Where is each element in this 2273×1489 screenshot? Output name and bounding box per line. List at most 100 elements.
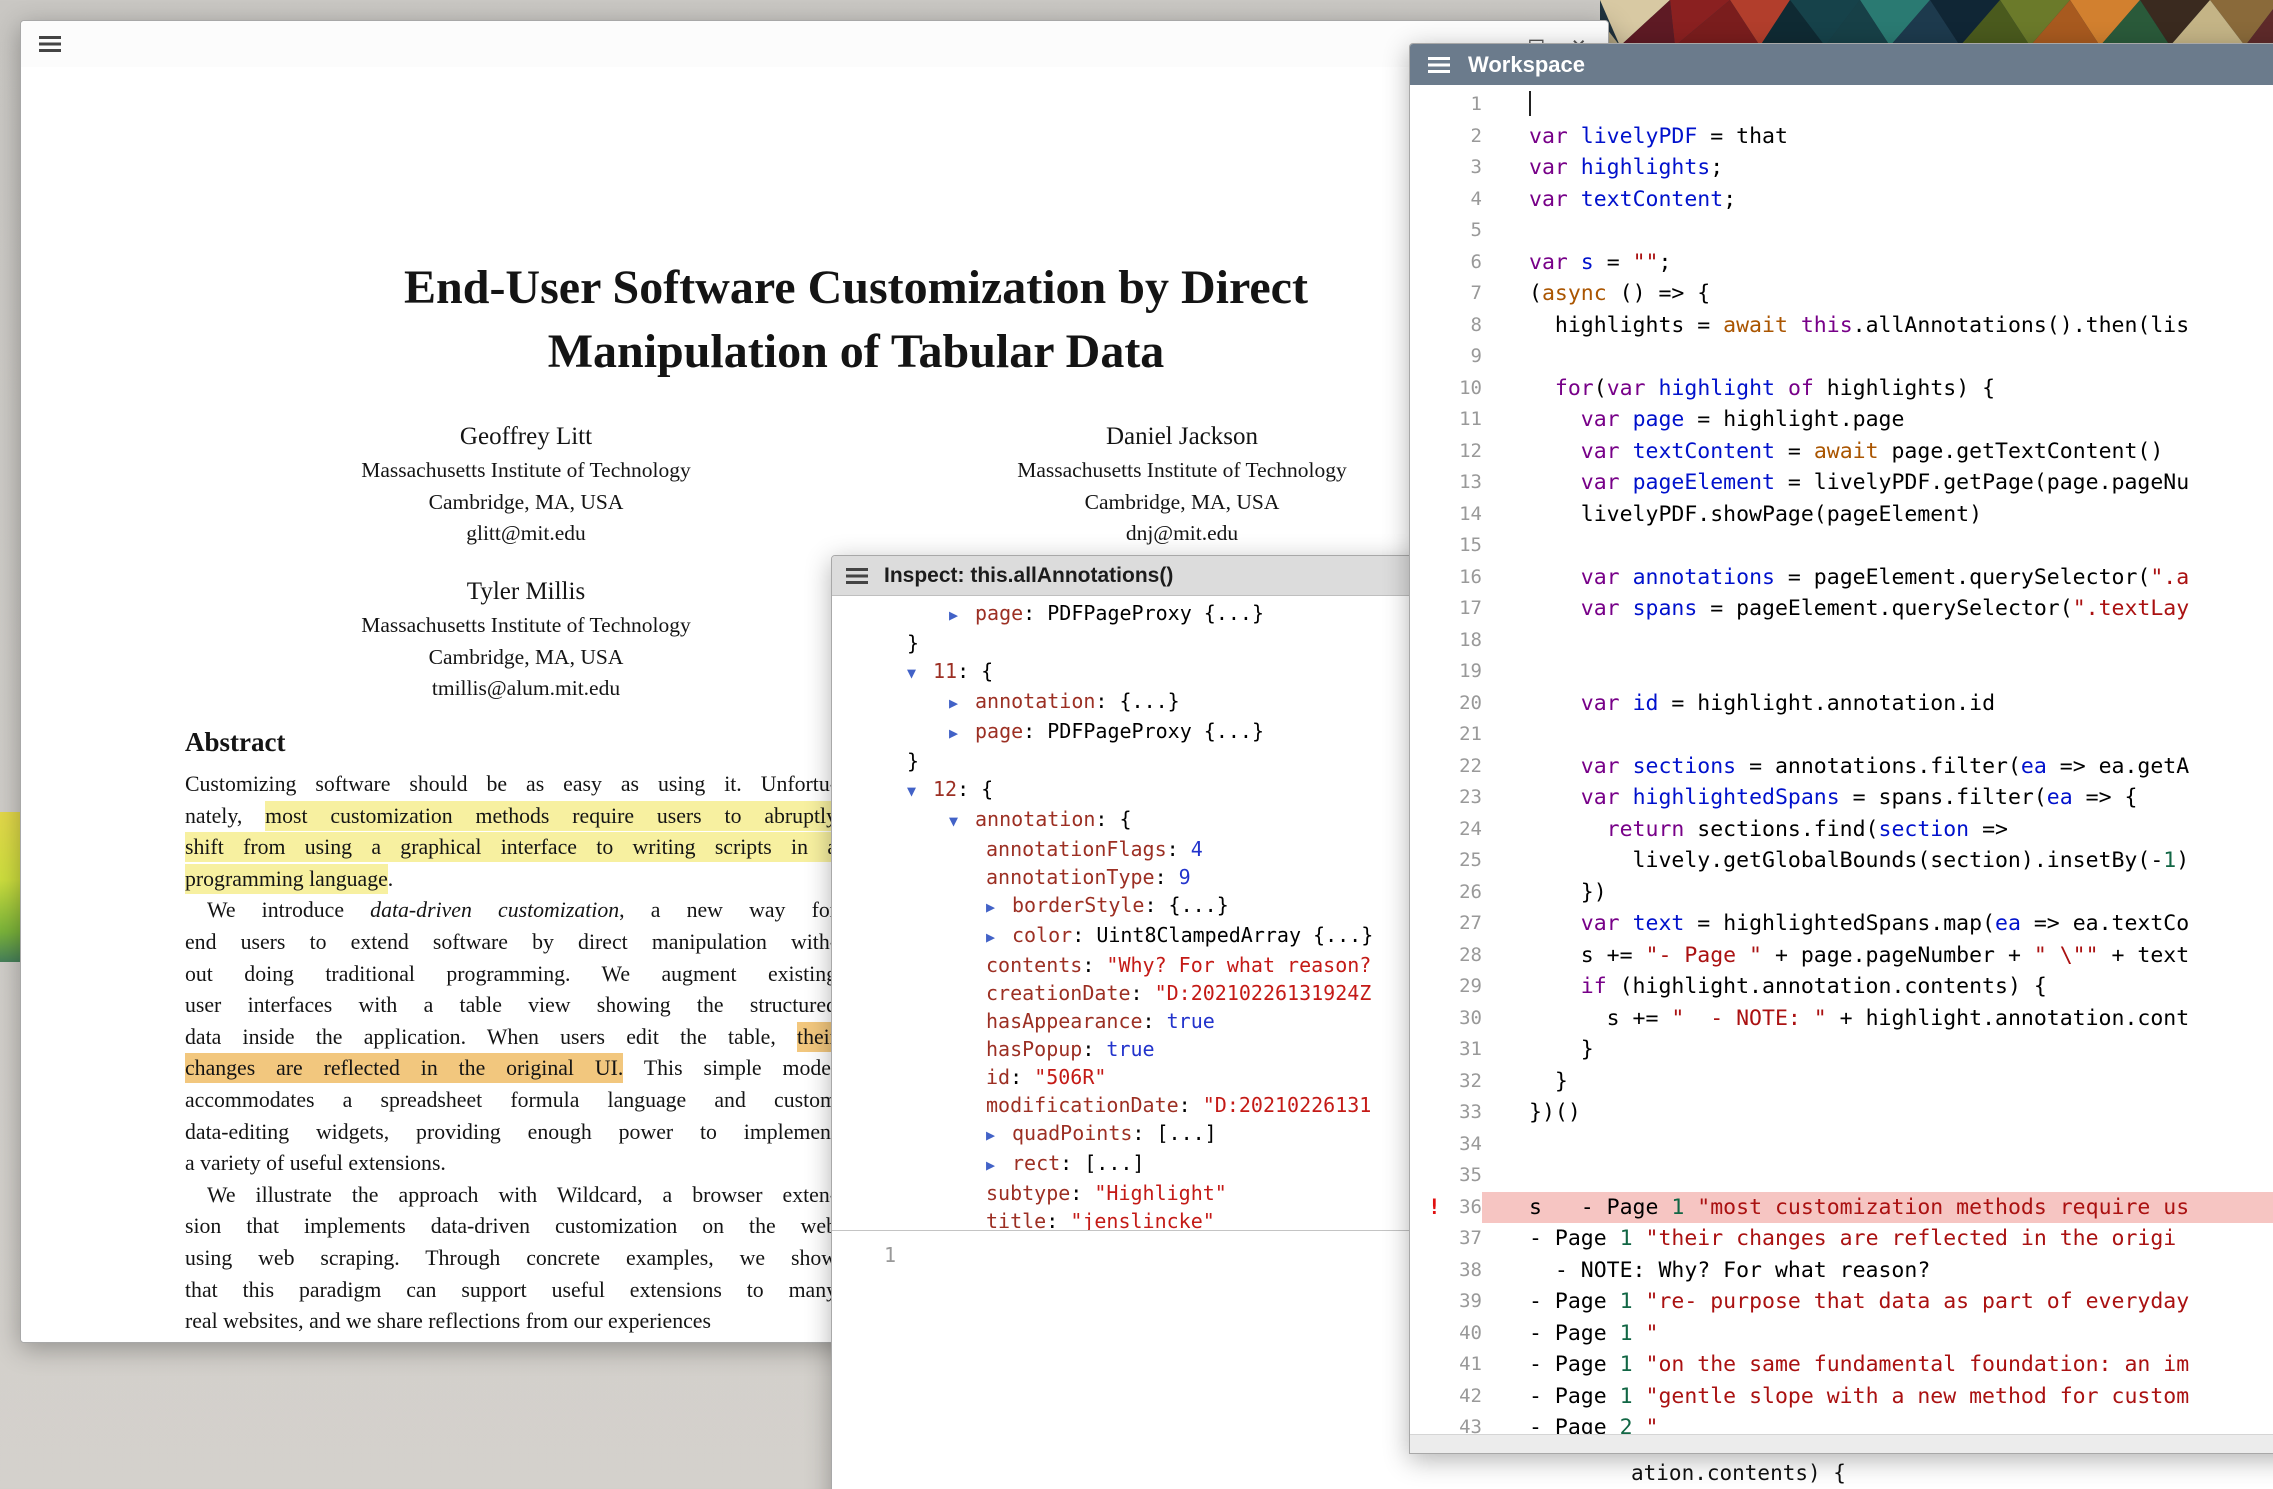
code-line[interactable]: 34 xyxy=(1410,1129,2273,1161)
text-segment: async xyxy=(1542,281,1607,306)
code-line-text: } xyxy=(1482,1034,2273,1066)
line-number: 12 xyxy=(1410,436,1482,468)
code-line[interactable]: 41- Page 1 "on the same fundamental foun… xyxy=(1410,1349,2273,1381)
text-segment: : xyxy=(1167,837,1191,861)
code-line[interactable]: 29 if (highlight.annotation.contents) { xyxy=(1410,971,2273,1003)
code-line[interactable]: 4var textContent; xyxy=(1410,184,2273,216)
code-line[interactable]: 26 }) xyxy=(1410,877,2273,909)
text-segment: rect xyxy=(1012,1151,1060,1175)
code-line[interactable]: 22 var sections = annotations.filter(ea … xyxy=(1410,751,2273,783)
text-segment: : xyxy=(1070,1181,1094,1205)
text-segment: ( xyxy=(1594,376,1607,401)
code-line[interactable]: 43- Page 2 " xyxy=(1410,1412,2273,1434)
text-segment xyxy=(1568,155,1581,180)
code-line[interactable]: 32 } xyxy=(1410,1066,2273,1098)
code-line[interactable]: 2var livelyPDF = that xyxy=(1410,121,2273,153)
collapsed-expander-icon[interactable]: ▶ xyxy=(986,1151,1012,1179)
code-line[interactable]: 13 var pageElement = livelyPDF.getPage(p… xyxy=(1410,467,2273,499)
code-line[interactable]: 18 xyxy=(1410,625,2273,657)
code-line[interactable]: 11 var page = highlight.page xyxy=(1410,404,2273,436)
code-line[interactable]: 25 lively.getGlobalBounds(section).inset… xyxy=(1410,845,2273,877)
author-affiliation: Massachusetts Institute of Technology xyxy=(306,610,746,642)
code-line[interactable]: 6var s = ""; xyxy=(1410,247,2273,279)
code-line[interactable]: 17 var spans = pageElement.querySelector… xyxy=(1410,593,2273,625)
code-line[interactable]: 39- Page 1 "re- purpose that data as par… xyxy=(1410,1286,2273,1318)
code-line-text: }) xyxy=(1482,877,2273,909)
text-segment: 1 xyxy=(1620,1289,1633,1314)
collapsed-expander-icon[interactable]: ▶ xyxy=(949,719,975,747)
code-line[interactable]: 20 var id = highlight.annotation.id xyxy=(1410,688,2273,720)
text-segment: textContent xyxy=(1581,187,1723,212)
code-line[interactable]: 38 - NOTE: Why? For what reason? xyxy=(1410,1255,2273,1287)
text-segment: if xyxy=(1581,974,1607,999)
code-line[interactable]: 8 highlights = await this.allAnnotations… xyxy=(1410,310,2273,342)
code-line[interactable]: 12 var textContent = await page.getTextC… xyxy=(1410,436,2273,468)
code-line[interactable]: 36!s - Page 1 "most customization method… xyxy=(1410,1192,2273,1224)
collapsed-expander-icon[interactable]: ▶ xyxy=(986,923,1012,951)
code-line-text: highlights = await this.allAnnotations()… xyxy=(1482,310,2273,342)
code-editor[interactable]: 12var livelyPDF = that3var highlights;4v… xyxy=(1410,85,2273,1434)
abstract-text: Customizing software should be as easy a… xyxy=(185,769,837,1338)
code-line[interactable]: 31 } xyxy=(1410,1034,2273,1066)
expanded-expander-icon[interactable]: ▼ xyxy=(907,777,933,805)
text-segment: = highlight.annotation.id xyxy=(1658,691,1995,716)
code-line[interactable]: 3var highlights; xyxy=(1410,152,2273,184)
code-line[interactable]: 14 livelyPDF.showPage(pageElement) xyxy=(1410,499,2273,531)
horizontal-scrollbar[interactable] xyxy=(1410,1434,2273,1453)
code-line[interactable]: 37- Page 1 "their changes are reflected … xyxy=(1410,1223,2273,1255)
code-line[interactable]: 5 xyxy=(1410,215,2273,247)
collapsed-expander-icon[interactable]: ▶ xyxy=(986,1121,1012,1149)
expanded-expander-icon[interactable]: ▼ xyxy=(949,807,975,835)
author-email: glitt@mit.edu xyxy=(306,518,746,550)
text-segment: : [...] xyxy=(1060,1151,1144,1175)
text-segment: of xyxy=(1788,376,1814,401)
author-name: Tyler Millis xyxy=(306,574,746,610)
code-line[interactable]: 19 xyxy=(1410,656,2273,688)
code-line[interactable]: 30 s += " - NOTE: " + highlight.annotati… xyxy=(1410,1003,2273,1035)
collapsed-expander-icon[interactable]: ▶ xyxy=(949,689,975,717)
code-line[interactable]: 23 var highlightedSpans = spans.filter(e… xyxy=(1410,782,2273,814)
text-segment: "their changes are reflected in the orig… xyxy=(1646,1226,2177,1251)
pdf-window-titlebar[interactable]: ─ □ × xyxy=(21,21,1608,67)
line-number: 18 xyxy=(1410,625,1482,657)
code-line[interactable]: 35 xyxy=(1410,1160,2273,1192)
collapsed-expander-icon[interactable]: ▶ xyxy=(949,601,975,629)
expanded-expander-icon[interactable]: ▼ xyxy=(907,659,933,687)
code-line-text: var textContent = await page.getTextCont… xyxy=(1482,436,2273,468)
code-line[interactable]: 15 xyxy=(1410,530,2273,562)
text-segment: " \"" xyxy=(2034,943,2099,968)
text-segment: })() xyxy=(1529,1100,1581,1125)
menu-icon[interactable] xyxy=(39,36,61,52)
code-line[interactable]: 40- Page 1 " xyxy=(1410,1318,2273,1350)
text-segment: = spans.filter( xyxy=(1840,785,2047,810)
code-line[interactable]: 33 })() xyxy=(1410,1097,2273,1129)
author-location: Cambridge, MA, USA xyxy=(306,642,746,674)
code-line-text: var pageElement = livelyPDF.getPage(page… xyxy=(1482,467,2273,499)
text-segment xyxy=(1633,1384,1646,1409)
line-number: 33 xyxy=(1410,1097,1482,1129)
text-segment: 1 xyxy=(1671,1195,1684,1220)
code-line-text xyxy=(1482,1160,2273,1192)
code-line-text: - NOTE: Why? For what reason? xyxy=(1482,1255,2273,1287)
code-line-text xyxy=(1482,656,2273,688)
collapsed-expander-icon[interactable]: ▶ xyxy=(986,893,1012,921)
code-line[interactable]: 21 xyxy=(1410,719,2273,751)
code-line[interactable]: 10 for(var highlight of highlights) { xyxy=(1410,373,2273,405)
code-line[interactable]: 28 s += "- Page " + page.pageNumber + " … xyxy=(1410,940,2273,972)
text-segment: ( xyxy=(1529,281,1542,306)
code-line[interactable]: 27 var text = highlightedSpans.map(ea =>… xyxy=(1410,908,2273,940)
code-line[interactable]: 7(async () => { xyxy=(1410,278,2273,310)
mosaic-triangles-graphic xyxy=(1600,0,2273,46)
menu-icon[interactable] xyxy=(1428,57,1450,73)
code-line-text xyxy=(1482,89,2273,121)
code-line[interactable]: 24 return sections.find(section => xyxy=(1410,814,2273,846)
text-segment: page xyxy=(975,719,1023,743)
text-segment: : { xyxy=(957,659,993,683)
code-line[interactable]: 9 xyxy=(1410,341,2273,373)
code-line[interactable]: 42- Page 1 "gentle slope with a new meth… xyxy=(1410,1381,2273,1413)
code-line[interactable]: 16 var annotations = pageElement.querySe… xyxy=(1410,562,2273,594)
workspace-titlebar[interactable]: Workspace xyxy=(1410,44,2273,85)
code-line[interactable]: 1 xyxy=(1410,89,2273,121)
author-name: Daniel Jackson xyxy=(962,419,1402,455)
menu-icon[interactable] xyxy=(846,568,868,584)
